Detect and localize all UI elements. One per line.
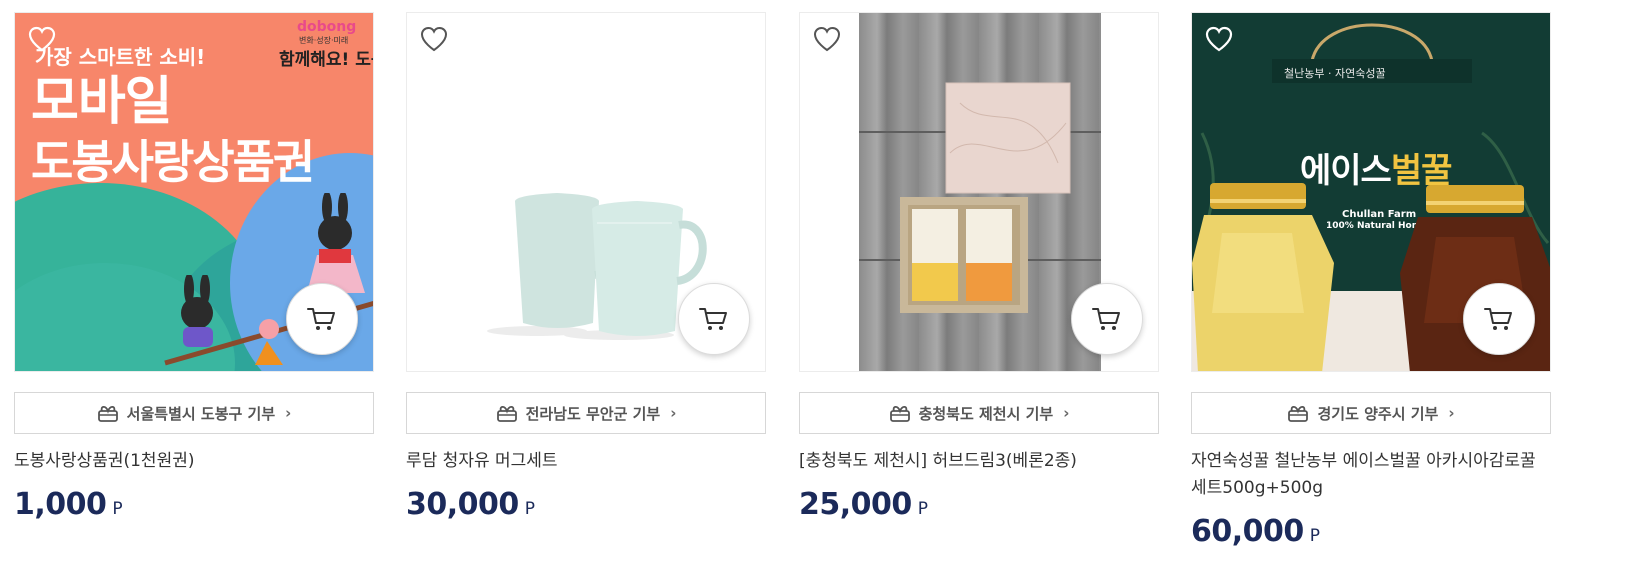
donation-region-label: 전라남도 무안군 기부 xyxy=(525,404,661,423)
add-to-cart-button[interactable] xyxy=(678,283,750,355)
add-to-cart-button[interactable] xyxy=(286,283,358,355)
cart-icon xyxy=(307,308,335,330)
chevron-right-icon: › xyxy=(670,404,677,422)
heart-outline-icon[interactable] xyxy=(812,25,842,53)
price-value: 60,000 xyxy=(1191,514,1304,549)
product-card[interactable]: 가장 스마트한 소비! 모바일 도봉사랑상품권 dobong 변화·성장·미래 … xyxy=(14,12,374,522)
banner-headline: 도봉사랑상품권 xyxy=(31,135,315,189)
price-unit: P xyxy=(1309,526,1321,546)
gift-box-icon xyxy=(97,405,118,422)
product-title[interactable]: 도봉사랑상품권(1천원권) xyxy=(14,448,374,475)
donation-region-label: 서울특별시 도봉구 기부 xyxy=(126,404,276,423)
product-card[interactable]: 철난농부 · 자연숙성꿀 에이스벌꿀 Chullan Farm 100% Nat… xyxy=(1191,12,1551,549)
banner-headline: 모바일 xyxy=(31,72,173,132)
price-unit: P xyxy=(112,499,123,519)
price-value: 30,000 xyxy=(406,487,519,522)
gift-box-icon xyxy=(496,405,517,422)
product-image[interactable]: 철난농부 · 자연숙성꿀 에이스벌꿀 Chullan Farm 100% Nat… xyxy=(1191,12,1551,372)
heart-outline-icon[interactable] xyxy=(27,25,57,53)
donation-region-button[interactable]: 충청북도 제천시 기부 › xyxy=(799,392,1159,434)
product-title[interactable]: 루담 청자유 머그세트 xyxy=(406,448,766,475)
donation-region-label: 충청북도 제천시 기부 xyxy=(918,404,1054,423)
product-title[interactable]: [충청북도 제천시] 허브드림3(베론2종) xyxy=(799,448,1159,475)
heart-outline-icon[interactable] xyxy=(1204,25,1234,53)
product-price: 25,000 P xyxy=(799,487,1159,522)
donation-region-button[interactable]: 전라남도 무안군 기부 › xyxy=(406,392,766,434)
price-value: 25,000 xyxy=(799,487,912,522)
dobong-logo-main: 함께해요! 도봉 xyxy=(279,50,373,70)
rabbit-character xyxy=(181,275,213,347)
chevron-right-icon: › xyxy=(1063,404,1070,422)
banner-tagline: 가장 스마트한 소비! xyxy=(35,45,206,69)
gift-box-icon xyxy=(889,405,910,422)
product-grid: 가장 스마트한 소비! 모바일 도봉사랑상품권 dobong 변화·성장·미래 … xyxy=(0,0,1627,585)
cart-icon xyxy=(1092,308,1120,330)
cart-icon xyxy=(699,308,727,330)
heart-outline-icon[interactable] xyxy=(419,25,449,53)
chevron-right-icon: › xyxy=(285,404,292,422)
gift-box-icon xyxy=(1288,405,1309,422)
cart-icon xyxy=(1484,308,1512,330)
product-price: 60,000 P xyxy=(1191,514,1551,549)
product-price: 30,000 P xyxy=(406,487,766,522)
dobong-logo-text: dobong xyxy=(297,19,357,35)
product-image[interactable] xyxy=(406,12,766,372)
product-card[interactable]: 전라남도 무안군 기부 › 루담 청자유 머그세트 30,000 P xyxy=(406,12,766,522)
product-image[interactable] xyxy=(799,12,1159,372)
product-price: 1,000 P xyxy=(14,487,374,522)
price-unit: P xyxy=(524,499,536,519)
add-to-cart-button[interactable] xyxy=(1071,283,1143,355)
donation-region-button[interactable]: 서울특별시 도봉구 기부 › xyxy=(14,392,374,434)
donation-region-label: 경기도 양주시 기부 xyxy=(1317,404,1439,423)
add-to-cart-button[interactable] xyxy=(1463,283,1535,355)
price-unit: P xyxy=(917,499,929,519)
product-card[interactable]: 충청북도 제천시 기부 › [충청북도 제천시] 허브드림3(베론2종) 25,… xyxy=(799,12,1159,522)
chevron-right-icon: › xyxy=(1448,404,1455,422)
donation-region-button[interactable]: 경기도 양주시 기부 › xyxy=(1191,392,1551,434)
product-image[interactable]: 가장 스마트한 소비! 모바일 도봉사랑상품권 dobong 변화·성장·미래 … xyxy=(14,12,374,372)
price-value: 1,000 xyxy=(14,487,107,522)
product-title[interactable]: 자연숙성꿀 철난농부 에이스벌꿀 아카시아감로꿀세트500g+500g xyxy=(1191,448,1551,502)
